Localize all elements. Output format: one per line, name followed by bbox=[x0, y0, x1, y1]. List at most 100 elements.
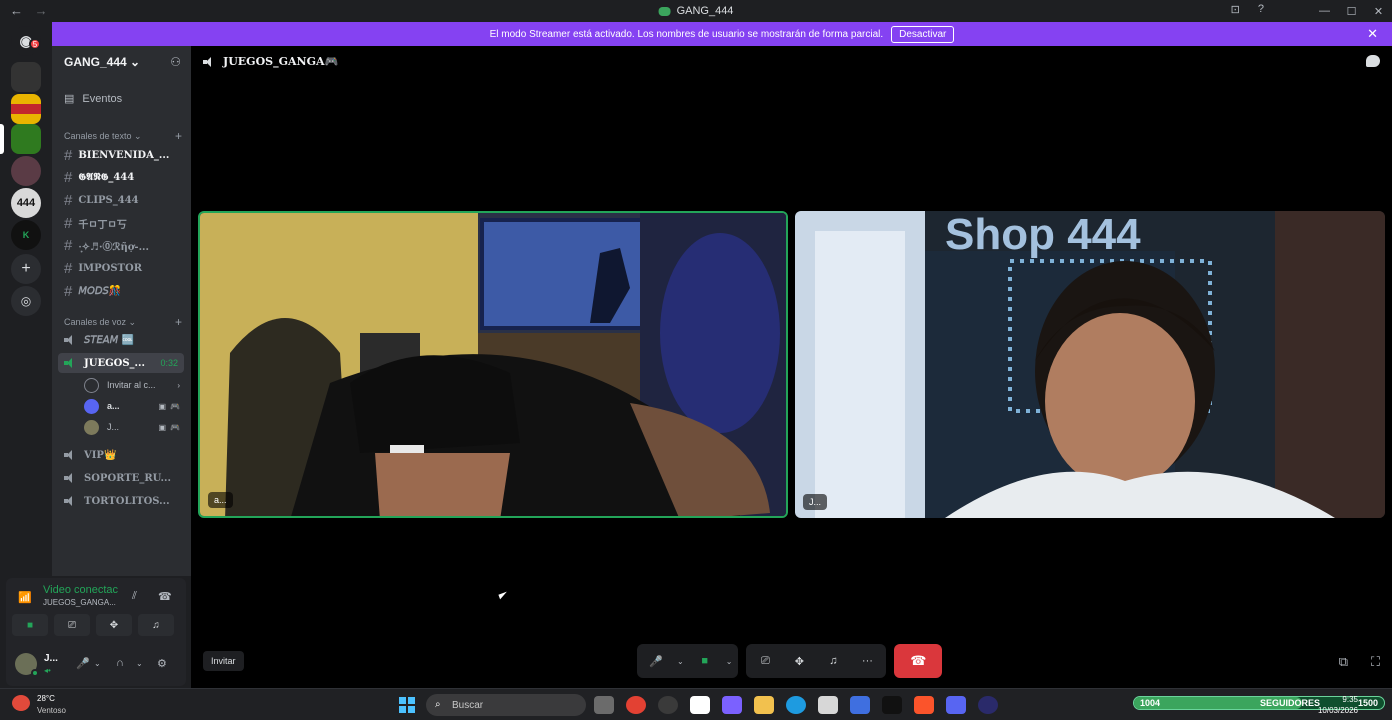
copilot-icon[interactable] bbox=[722, 696, 742, 714]
hash-icon: # bbox=[64, 146, 73, 164]
more-options-button[interactable]: ··· bbox=[854, 655, 880, 667]
server-icon-4[interactable] bbox=[11, 156, 41, 186]
chevron-down-icon[interactable]: ⌄ bbox=[136, 659, 143, 668]
followers-goal: 1500 bbox=[1357, 698, 1378, 708]
activities-button[interactable]: ✥ bbox=[786, 655, 812, 668]
weather-temp[interactable]: 28°C bbox=[37, 694, 55, 703]
voice-user[interactable]: J... ▣ 🎮 bbox=[84, 418, 184, 436]
text-channel-clips[interactable]: # CLIPS_444 bbox=[58, 190, 184, 210]
invite-button[interactable]: Invitar bbox=[203, 651, 244, 671]
chat-icon[interactable] bbox=[1366, 55, 1380, 67]
help-icon[interactable]: ? bbox=[1258, 3, 1264, 16]
text-channel-bienvenida[interactable]: # BIENVENIDA_... bbox=[58, 145, 184, 165]
soundboard-button[interactable]: ♫ bbox=[820, 655, 846, 667]
noise-suppression-icon[interactable]: ⫽ bbox=[132, 590, 137, 603]
weather-desc[interactable]: Ventoso bbox=[37, 706, 66, 715]
connection-status[interactable]: Video conectac bbox=[43, 584, 118, 596]
voice-channel-soporte[interactable]: SOPORTE_RU... bbox=[58, 468, 184, 488]
start-button[interactable] bbox=[399, 697, 415, 713]
explore-icon[interactable]: ◎ bbox=[11, 286, 41, 316]
voice-user-name: J... bbox=[107, 422, 120, 432]
voice-category[interactable]: Canales de voz ⌄ + bbox=[64, 315, 182, 329]
brave-icon[interactable] bbox=[914, 696, 934, 714]
extras-group: ⎚ ✥ ♫ ··· bbox=[746, 644, 887, 678]
forward-icon[interactable]: → bbox=[35, 3, 48, 18]
tiktok-icon[interactable] bbox=[882, 696, 902, 714]
inbox-icon[interactable]: ⊡ bbox=[1231, 3, 1240, 16]
camera-button[interactable]: ■ bbox=[12, 614, 48, 636]
shop-sign: Shop 444 bbox=[945, 211, 1141, 259]
server-icon-1[interactable] bbox=[11, 62, 41, 92]
close-button[interactable]: ✕ bbox=[1365, 0, 1392, 22]
gear-icon[interactable]: ⚙ bbox=[157, 657, 167, 670]
text-channel-music[interactable]: # ·̩͙✧♬·⓪ℛῆợ-... bbox=[58, 235, 184, 255]
system-clock[interactable]: 9:35 10/03/2026 bbox=[1318, 694, 1358, 716]
video-tile-right[interactable]: Shop 444 J... bbox=[795, 211, 1385, 518]
text-channel-gang444[interactable]: # 𝕲𝕬𝕹𝕲_444 bbox=[58, 167, 184, 187]
server-icon-gang444[interactable] bbox=[11, 124, 41, 154]
edge-icon[interactable] bbox=[786, 696, 806, 714]
signal-icon[interactable]: 📶 bbox=[18, 591, 32, 604]
hash-icon: # bbox=[64, 168, 73, 186]
add-voice-channel-icon[interactable]: + bbox=[175, 315, 182, 329]
add-server-icon[interactable]: + bbox=[11, 254, 41, 284]
voice-user-status: ▣ 🎮 bbox=[158, 402, 180, 411]
hang-up-button[interactable]: ☎ bbox=[894, 644, 943, 678]
store-icon[interactable] bbox=[818, 696, 838, 714]
chevron-down-icon[interactable]: ⌄ bbox=[94, 659, 101, 668]
events-item[interactable]: ▤ Eventos bbox=[64, 92, 122, 106]
task-view-icon[interactable] bbox=[594, 696, 614, 714]
chevron-down-icon[interactable]: ⌄ bbox=[677, 657, 684, 666]
voice-channel-juegos[interactable]: JUEGOS_... 0:32 bbox=[58, 353, 184, 373]
search-label: Buscar bbox=[452, 699, 484, 711]
back-icon[interactable]: ← bbox=[10, 3, 23, 18]
screen-share-button[interactable]: ⎚ bbox=[752, 655, 778, 668]
disconnect-icon[interactable]: ☎ bbox=[158, 590, 172, 603]
server-icon-2[interactable] bbox=[11, 94, 41, 124]
text-category[interactable]: Canales de texto ⌄ + bbox=[64, 129, 182, 143]
connected-channel[interactable]: JUEGOS_GANGA... bbox=[43, 598, 116, 607]
app-icon-2[interactable] bbox=[850, 696, 870, 714]
app-icon-3[interactable] bbox=[978, 696, 998, 714]
person-add-icon[interactable]: ⚇ bbox=[170, 55, 181, 69]
invite-to-channel[interactable]: Invitar al c... › bbox=[84, 376, 184, 394]
file-explorer-icon[interactable] bbox=[754, 696, 774, 714]
voice-channel-tortolitos[interactable]: TORTOLITOS... bbox=[58, 491, 184, 511]
server-icon-444[interactable]: 444 bbox=[11, 188, 41, 218]
screen-share-button[interactable]: ⎚ bbox=[54, 614, 90, 636]
voice-channel-steam[interactable]: 𝘚𝘛𝘌𝘈𝘔 🆒 bbox=[58, 330, 184, 350]
channel-label: IMPOSTOR bbox=[78, 262, 143, 274]
text-channel-fotos[interactable]: # 千ㅁ丁ㅁ丂 bbox=[58, 213, 184, 233]
headphones-icon[interactable]: ∩ bbox=[116, 657, 124, 669]
voice-user[interactable]: a... ▣ 🎮 bbox=[84, 397, 184, 415]
video-tile-left[interactable]: a... bbox=[198, 211, 788, 518]
discord-icon[interactable] bbox=[946, 696, 966, 714]
voice-channel-vip[interactable]: VIP👑 bbox=[58, 445, 184, 465]
mic-button[interactable]: 🎤 bbox=[643, 655, 669, 668]
add-text-channel-icon[interactable]: + bbox=[175, 129, 182, 143]
text-channel-mods[interactable]: # 𝘔𝘖𝘋𝘚🎊 bbox=[58, 281, 184, 301]
channel-label: VIP👑 bbox=[84, 449, 117, 461]
chevron-down-icon[interactable]: ⌄ bbox=[726, 657, 733, 666]
user-name[interactable]: J... bbox=[44, 653, 58, 664]
disable-streamer-button[interactable]: Desactivar bbox=[891, 25, 955, 43]
text-channel-impostor[interactable]: # IMPOSTOR bbox=[58, 258, 184, 278]
capcut-icon[interactable] bbox=[690, 696, 710, 714]
close-banner-icon[interactable]: ✕ bbox=[1367, 26, 1378, 42]
minimize-button[interactable]: — bbox=[1311, 0, 1338, 22]
hash-icon: # bbox=[64, 191, 73, 209]
clock-time: 9:35 bbox=[1342, 695, 1358, 704]
guild-name[interactable]: GANG_444 ⌄ bbox=[64, 55, 140, 69]
mic-icon[interactable]: 🎤 bbox=[76, 657, 90, 670]
chrome-icon[interactable] bbox=[626, 696, 646, 714]
soundboard-button[interactable]: ♫ bbox=[138, 614, 174, 636]
app-icon[interactable] bbox=[658, 696, 678, 714]
taskbar-search[interactable]: ⌕ Buscar bbox=[426, 694, 586, 716]
maximize-button[interactable]: ☐ bbox=[1338, 0, 1365, 22]
weather-icon[interactable] bbox=[12, 695, 30, 711]
activities-button[interactable]: ✥ bbox=[96, 614, 132, 636]
camera-button[interactable]: ■ bbox=[692, 655, 718, 667]
fullscreen-icon[interactable]: ⛶ bbox=[1371, 654, 1380, 670]
server-icon-6[interactable]: K bbox=[11, 220, 41, 250]
popout-icon[interactable]: ⧉ bbox=[1339, 654, 1348, 670]
